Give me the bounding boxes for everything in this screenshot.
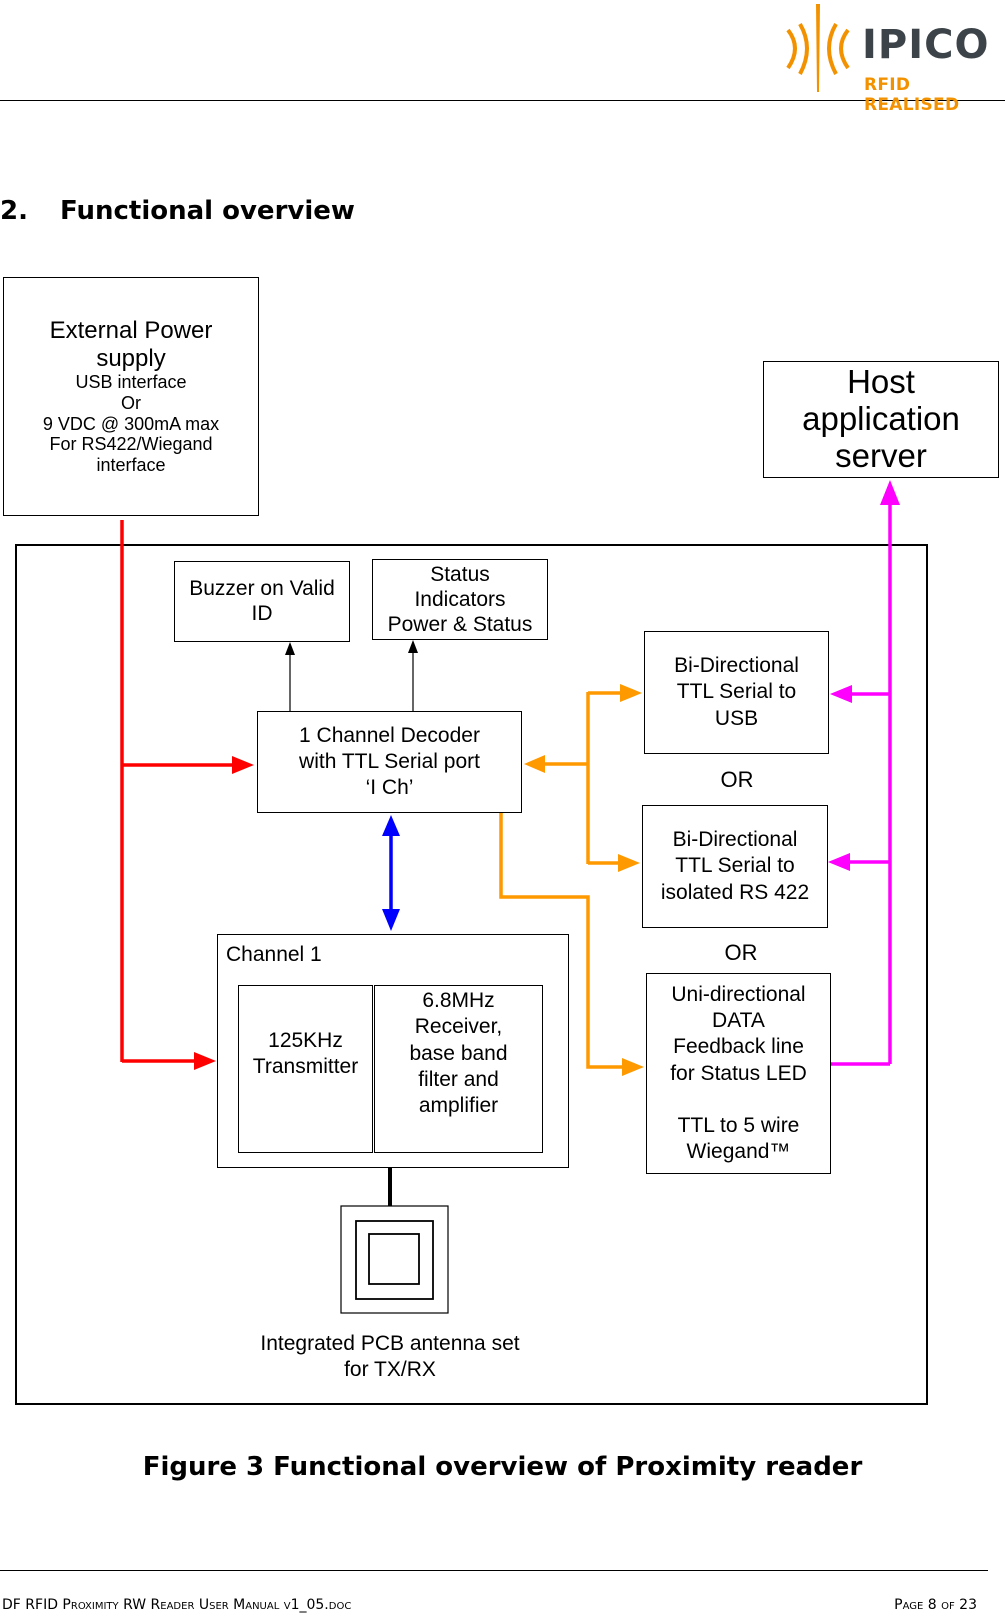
antenna-line: Integrated PCB antenna set: [260, 1332, 520, 1355]
decoder-line: 1 Channel Decoder: [299, 723, 480, 747]
footer-document-name: DF RFID Proximity RW Reader User Manual …: [2, 1597, 352, 1613]
usb-line: TTL Serial to: [676, 680, 797, 704]
power-detail-line: interface: [96, 455, 166, 476]
external-power-supply-box: External Power supply USB interface Or 9…: [3, 277, 259, 516]
host-line: application: [802, 400, 960, 438]
rs422-line: Bi-Directional: [672, 828, 798, 852]
host-line: Host: [847, 363, 915, 401]
buzzer-box: Buzzer on Valid ID: [174, 561, 350, 642]
wiegand-line: for Status LED: [670, 1061, 807, 1085]
receiver-line: amplifier: [418, 1094, 499, 1117]
host-line: server: [835, 436, 927, 474]
power-detail-line: USB interface: [75, 372, 187, 393]
decoder-line: with TTL Serial port: [299, 749, 480, 773]
status-indicators-box: Status Indicators Power & Status: [372, 559, 548, 640]
transmitter-line: Transmitter: [252, 1055, 359, 1079]
or-label: OR: [724, 940, 758, 965]
receiver-line: Receiver,: [414, 1015, 503, 1039]
or-label: OR: [720, 767, 754, 792]
arrow-to-channel: [194, 1052, 216, 1070]
antenna-label: Integrated PCB antenna set for TX/RX: [230, 1331, 550, 1382]
rs422-line: TTL Serial to: [675, 854, 795, 878]
host-wire: [828, 480, 900, 1066]
antenna-icon: [340, 1205, 449, 1314]
power-detail-line: For RS422/Wiegand: [49, 434, 213, 455]
status-line: Power & Status: [387, 613, 533, 637]
rs422-line: isolated RS 422: [660, 880, 810, 904]
receiver-box: 6.8MHz Receiver, base band filter and am…: [374, 985, 543, 1153]
channel-1-box: Channel 1 125KHz Transmitter 6.8MHz Rece…: [217, 934, 569, 1168]
status-line: Indicators: [414, 587, 506, 611]
wiegand-line: Uni-directional: [671, 982, 806, 1006]
usb-line: USB: [714, 706, 759, 730]
receiver-line: 6.8MHz: [422, 989, 495, 1012]
wiegand-output-box: Uni-directional DATA Feedback line for S…: [646, 973, 831, 1174]
footer-rule: [0, 1570, 988, 1571]
status-line: Status: [430, 562, 490, 586]
power-detail-line: 9 VDC @ 300mA max: [42, 413, 220, 434]
buzzer-line: ID: [251, 601, 273, 625]
transmitter-box: 125KHz Transmitter: [238, 985, 373, 1153]
transmitter-line: 125KHz: [268, 1029, 343, 1052]
power-detail-line: Or: [121, 393, 141, 414]
footer-page-number: Page 8 of 23: [894, 1597, 977, 1613]
channel-label: Channel 1: [226, 943, 322, 966]
buzzer-line: Buzzer on Valid: [189, 577, 335, 601]
usb-serial-box: Bi-Directional TTL Serial to USB: [644, 631, 829, 754]
rf-link: [382, 815, 400, 931]
rs422-serial-box: Bi-Directional TTL Serial to isolated RS…: [642, 805, 828, 928]
host-application-server-box: Host application server: [763, 361, 999, 478]
power-title-line: supply: [96, 344, 166, 372]
decoder-box: 1 Channel Decoder with TTL Serial port ‘…: [257, 711, 522, 813]
usb-line: Bi-Directional: [674, 654, 799, 678]
status-outputs: [285, 640, 418, 711]
wiegand-line: DATA: [712, 1009, 765, 1032]
receiver-line: base band: [409, 1041, 508, 1065]
figure-caption: Figure 3 Functional overview of Proximit…: [142, 1452, 863, 1482]
wiegand-line: Feedback line: [673, 1035, 804, 1059]
receiver-line: filter and: [418, 1067, 499, 1091]
wiegand-line: Wiegand™: [686, 1140, 791, 1163]
decoder-line: ‘I Ch’: [365, 776, 414, 800]
arrow-to-decoder: [232, 756, 254, 774]
antenna-line: for TX/RX: [344, 1357, 436, 1381]
wiegand-line: TTL to 5 wire: [677, 1113, 800, 1137]
power-title-line: External Power: [49, 317, 213, 345]
